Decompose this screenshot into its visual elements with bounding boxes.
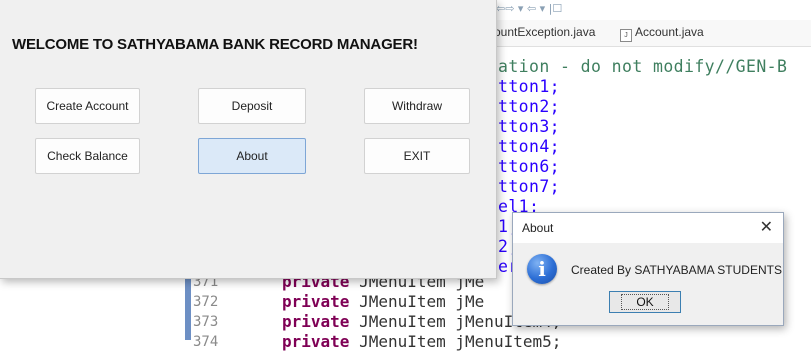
code-fragment: tton2;: [498, 97, 561, 116]
about-dialog-title: About: [522, 221, 554, 235]
about-message: Created By SATHYABAMA STUDENTS: [571, 263, 782, 277]
code-fragment: tton1;: [498, 77, 561, 96]
tab-account-java-label: Account.java: [635, 25, 704, 39]
info-icon: i: [527, 254, 557, 284]
line-number: 374: [193, 334, 219, 350]
code-rest: JMenuItem jMe: [359, 292, 485, 311]
line-number: 372: [193, 294, 219, 310]
line-number: 373: [193, 314, 219, 330]
ide-toolbar: ⇦⇨ ▾ ⇦ ▾ |☐: [490, 0, 811, 20]
about-dialog-titlebar[interactable]: About ✕: [513, 213, 783, 243]
about-dialog: About ✕ i Created By SATHYABAMA STUDENTS…: [512, 212, 784, 326]
keyword: private: [282, 312, 350, 331]
java-file-icon: J: [620, 29, 632, 42]
withdraw-button[interactable]: Withdraw: [364, 88, 470, 124]
create-account-button[interactable]: Create Account: [35, 88, 140, 124]
keyword: private: [282, 292, 350, 311]
bank-manager-window: WELCOME TO SATHYABAMA BANK RECORD MANAGE…: [0, 0, 497, 279]
code-fragment: tton6;: [498, 157, 561, 176]
code-rest: JMenuItem jMenuItem5;: [359, 332, 562, 351]
code-line-372: private JMenuItem jMe: [282, 292, 484, 311]
welcome-heading: WELCOME TO SATHYABAMA BANK RECORD MANAGE…: [12, 36, 418, 53]
tab-account-exception[interactable]: ountException.java: [494, 25, 595, 39]
ok-button[interactable]: OK: [609, 291, 681, 313]
ok-button-label: OK: [621, 294, 669, 310]
code-fragment: tton3;: [498, 117, 561, 136]
keyword: private: [282, 332, 350, 351]
code-fragment: ation - do not modify//GEN-B: [498, 57, 788, 76]
check-balance-button[interactable]: Check Balance: [35, 138, 140, 174]
tab-account-java[interactable]: J Account.java: [620, 25, 704, 42]
toolbar-icons[interactable]: ⇦⇨ ▾ ⇦ ▾ |☐: [496, 2, 562, 15]
exit-button[interactable]: EXIT: [364, 138, 470, 174]
code-fragment: tton4;: [498, 137, 561, 156]
close-icon[interactable]: ✕: [760, 217, 773, 236]
ide-tab-bar: ountException.java J Account.java: [490, 20, 811, 47]
about-button[interactable]: About: [198, 138, 306, 174]
code-fragment: tton7;: [498, 177, 561, 196]
deposit-button[interactable]: Deposit: [198, 88, 306, 124]
code-line-374: private JMenuItem jMenuItem5;: [282, 332, 561, 351]
